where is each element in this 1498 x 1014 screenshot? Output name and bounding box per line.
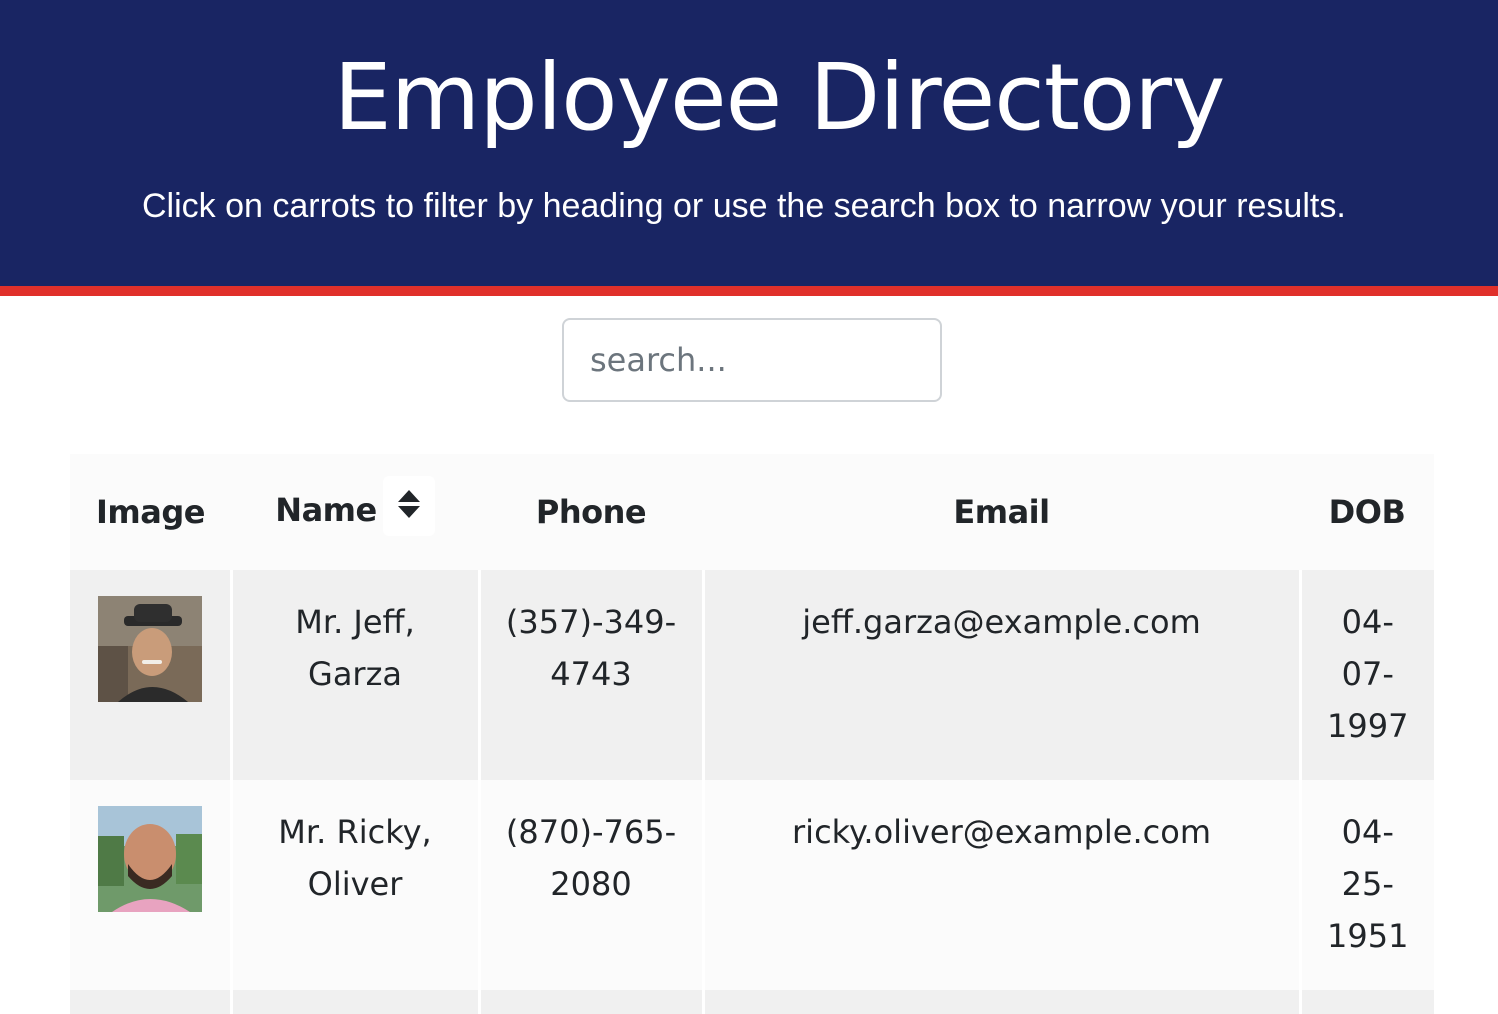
cell-email bbox=[701, 990, 1300, 1014]
cell-image bbox=[70, 990, 231, 1014]
table-header: Image Name Phone Email DOB bbox=[70, 454, 1434, 570]
column-header-image: Image bbox=[96, 493, 205, 531]
table-row bbox=[70, 990, 1434, 1014]
table-row: Mr. Ricky, Oliver (870)-765- 2080 ricky.ol… bbox=[70, 780, 1434, 990]
employee-photo bbox=[98, 596, 202, 702]
cell-name: Mr. Ricky, Oliver bbox=[229, 780, 479, 990]
column-header-email: Email bbox=[953, 493, 1050, 531]
sort-icon bbox=[397, 490, 420, 518]
name-line: Garza bbox=[308, 655, 402, 693]
page-title: Employee Directory bbox=[333, 44, 1226, 151]
cell-dob: 04- 07- 1997 bbox=[1298, 570, 1434, 780]
search-input[interactable] bbox=[562, 318, 942, 402]
cell-phone bbox=[477, 990, 703, 1014]
column-header-phone: Phone bbox=[535, 493, 647, 531]
dob-line: 07- bbox=[1341, 655, 1394, 693]
name-line: Mr. Ricky, bbox=[278, 813, 432, 851]
column-header-dob: DOB bbox=[1328, 493, 1406, 531]
name-line: Mr. Jeff, bbox=[295, 603, 415, 641]
employee-table: Image Name Phone Email DOB Mr. Jeff, Gar… bbox=[70, 454, 1434, 1014]
cell-name bbox=[229, 990, 479, 1014]
page-header: Employee Directory Click on carrots to f… bbox=[0, 0, 1498, 296]
cell-image bbox=[70, 780, 231, 990]
table-row: Mr. Jeff, Garza (357)-349- 4743 jeff.garza… bbox=[70, 570, 1434, 780]
cell-phone: (357)-349- 4743 bbox=[477, 570, 703, 780]
phone-line: 2080 bbox=[550, 865, 632, 903]
page-subtitle: Click on carrots to filter by heading or… bbox=[142, 187, 1346, 225]
dob-line: 25- bbox=[1341, 865, 1394, 903]
cell-email: ricky.oliver@example.com bbox=[701, 780, 1300, 990]
name-line: Oliver bbox=[307, 865, 403, 903]
cell-name: Mr. Jeff, Garza bbox=[229, 570, 479, 780]
phone-line: (357)-349- bbox=[505, 603, 677, 641]
employee-photo bbox=[98, 806, 202, 912]
header-row: Image Name Phone Email DOB bbox=[70, 454, 1434, 570]
cell-dob: 04- 25- 1951 bbox=[1298, 780, 1434, 990]
column-header-name[interactable]: Name bbox=[231, 454, 479, 570]
dob-line: 04- bbox=[1341, 603, 1394, 641]
sort-name-button[interactable] bbox=[382, 476, 435, 536]
cell-image bbox=[70, 570, 231, 780]
cell-email: jeff.garza@example.com bbox=[701, 570, 1300, 780]
phone-line: 4743 bbox=[550, 655, 632, 693]
phone-line: (870)-765- bbox=[505, 813, 677, 851]
search-container bbox=[562, 318, 942, 402]
dob-line: 04- bbox=[1341, 813, 1394, 851]
cell-dob bbox=[1298, 990, 1434, 1014]
dob-line: 1997 bbox=[1327, 707, 1409, 745]
cell-phone: (870)-765- 2080 bbox=[477, 780, 703, 990]
column-header-name-label: Name bbox=[275, 491, 377, 529]
employee-table-container: Image Name Phone Email DOB Mr. Jeff, Gar… bbox=[70, 454, 1434, 1014]
table-body: Mr. Jeff, Garza (357)-349- 4743 jeff.garza… bbox=[70, 570, 1434, 1014]
dob-line: 1951 bbox=[1327, 917, 1409, 955]
